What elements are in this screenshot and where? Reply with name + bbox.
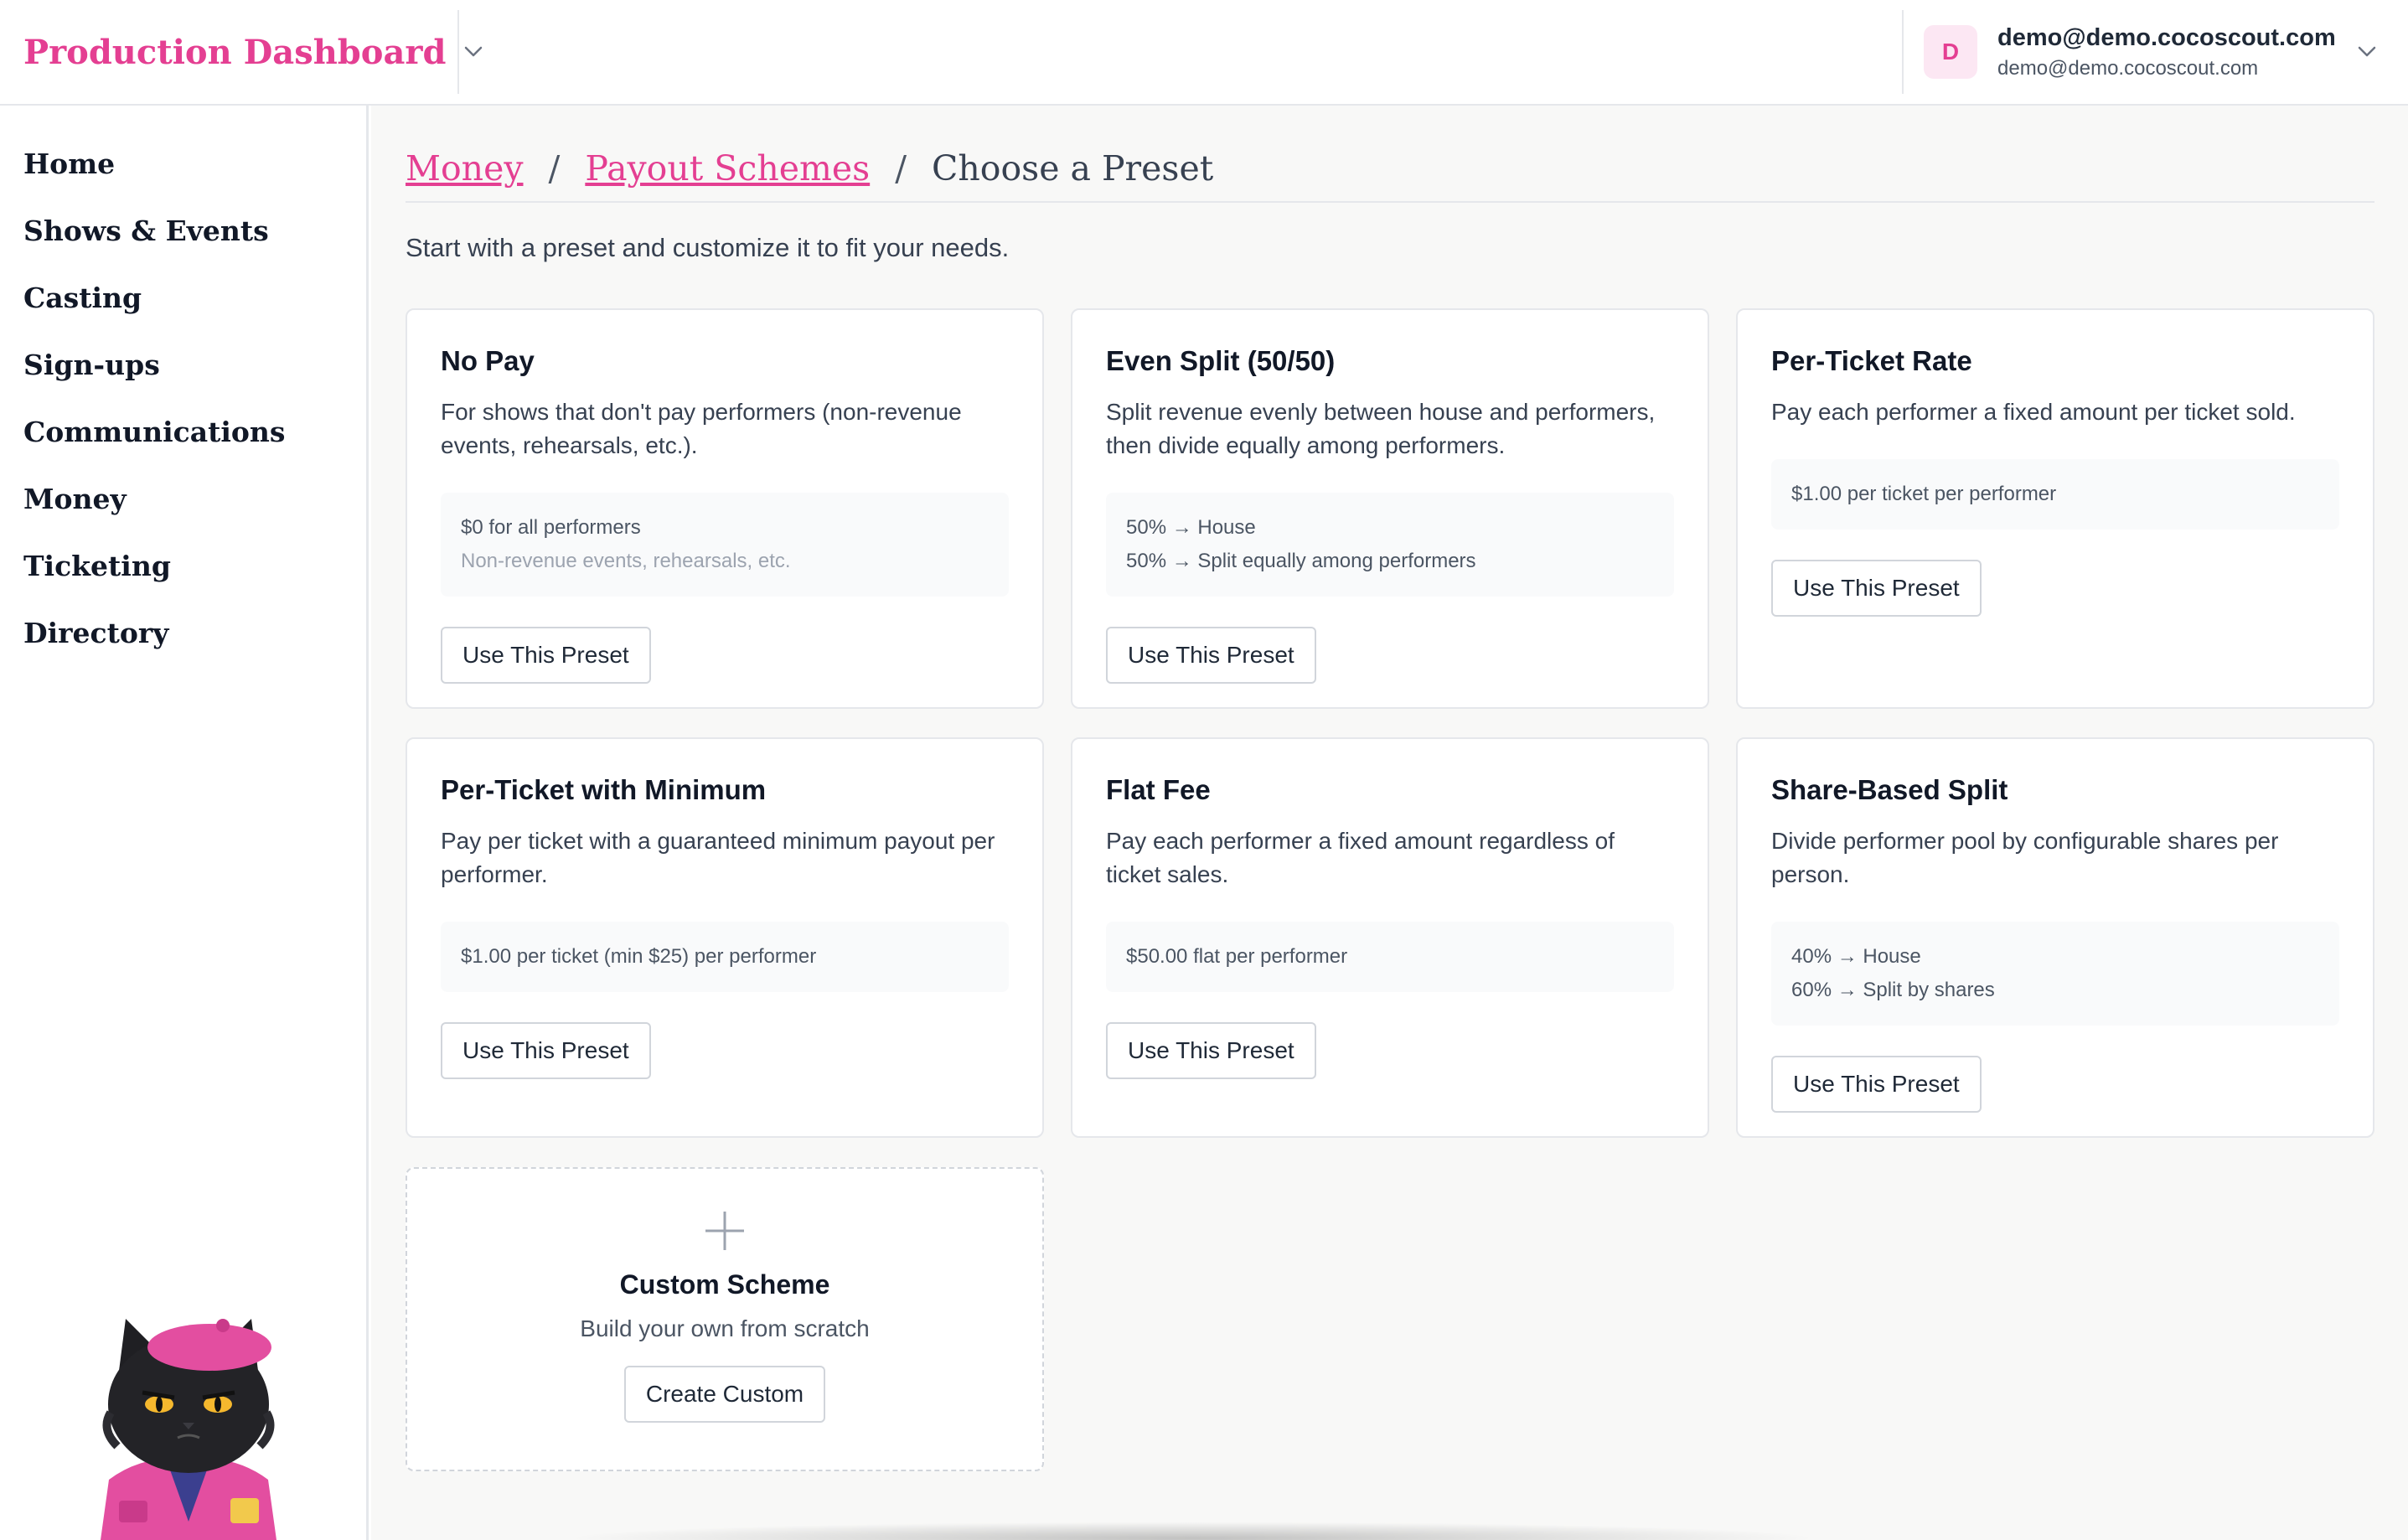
chevron-down-icon	[2358, 46, 2376, 57]
brand-title: Production Dashboard	[23, 32, 447, 72]
preset-card-even-split: Even Split (50/50) Split revenue evenly …	[1071, 308, 1709, 709]
use-preset-button[interactable]: Use This Preset	[441, 1022, 651, 1079]
sidebar-item-ticketing[interactable]: Ticketing	[23, 533, 285, 600]
preset-summary-line: $0 for all performers	[461, 516, 641, 539]
preset-title: No Pay	[441, 345, 535, 376]
use-preset-button[interactable]: Use This Preset	[1106, 1022, 1316, 1079]
breadcrumb-separator: /	[895, 148, 907, 189]
page-title: Choose a Preset	[932, 148, 1214, 189]
preset-card-flat-fee: Flat Fee Pay each performer a fixed amou…	[1071, 737, 1709, 1138]
sidebar-item-casting[interactable]: Casting	[23, 265, 285, 332]
breadcrumb-payout-schemes-link[interactable]: Payout Schemes	[585, 148, 870, 189]
preset-summary-line: 40% → House	[1791, 945, 1921, 968]
preset-description: Pay each performer a fixed amount per ti…	[1771, 399, 2296, 425]
use-preset-button[interactable]: Use This Preset	[1771, 560, 1982, 617]
sidebar-item-shows-events[interactable]: Shows & Events	[23, 198, 285, 265]
preset-title: Per-Ticket with Minimum	[441, 774, 767, 805]
preset-summary-line: Non-revenue events, rehearsals, etc.	[461, 550, 791, 572]
preset-summary: $1.00 per ticket per performer	[1771, 459, 2339, 530]
sidebar-item-money[interactable]: Money	[23, 466, 285, 533]
avatar: D	[1924, 25, 1977, 79]
avatar-letter: D	[1941, 39, 1960, 65]
preset-card-no-pay: No Pay For shows that don't pay performe…	[406, 308, 1044, 709]
sidebar-item-directory[interactable]: Directory	[23, 600, 285, 667]
preset-title: Flat Fee	[1106, 774, 1211, 805]
production-switcher[interactable]: Production Dashboard	[23, 0, 483, 104]
custom-scheme-title: Custom Scheme	[619, 1269, 830, 1300]
sidebar-nav: Home Shows & Events Casting Sign-ups Com…	[23, 131, 285, 667]
preset-description: For shows that don't pay performers (non…	[441, 399, 962, 458]
preset-card-per-ticket-rate: Per-Ticket Rate Pay each performer a fix…	[1736, 308, 2374, 709]
create-custom-button[interactable]: Create Custom	[623, 1366, 826, 1423]
bottom-scroll-shadow	[564, 1522, 1821, 1540]
use-preset-button[interactable]: Use This Preset	[441, 627, 651, 684]
main-content: Money / Payout Schemes / Choose a Preset…	[371, 106, 2408, 1540]
sidebar-item-sign-ups[interactable]: Sign-ups	[23, 332, 285, 399]
preset-summary-line: 60% → Split by shares	[1791, 979, 1995, 1001]
preset-title: Share-Based Split	[1771, 774, 2008, 805]
custom-scheme-card: Custom Scheme Build your own from scratc…	[406, 1167, 1044, 1471]
preset-card-share-based-split: Share-Based Split Divide performer pool …	[1736, 737, 2374, 1138]
sidebar-item-home[interactable]: Home	[23, 131, 285, 198]
account-email: demo@demo.cocoscout.com	[1997, 56, 2259, 80]
header-divider	[457, 10, 459, 94]
preset-description: Split revenue evenly between house and p…	[1106, 399, 1656, 458]
preset-title: Even Split (50/50)	[1106, 345, 1336, 376]
preset-summary-line: $50.00 flat per performer	[1126, 945, 1348, 968]
preset-summary: 50% → House 50% → Split equally among pe…	[1106, 493, 1674, 597]
cat-mascot-illustration	[101, 1319, 276, 1540]
header-divider	[1902, 10, 1904, 94]
account-text: demo@demo.cocoscout.com demo@demo.cocosc…	[1997, 24, 2336, 80]
preset-summary: 40% → House 60% → Split by shares	[1771, 922, 2339, 1026]
sidebar: Home Shows & Events Casting Sign-ups Com…	[0, 106, 369, 1540]
preset-summary-line: $1.00 per ticket per performer	[1791, 483, 2057, 505]
use-preset-button[interactable]: Use This Preset	[1771, 1056, 1982, 1113]
preset-title: Per-Ticket Rate	[1771, 345, 1972, 376]
breadcrumb-money-link[interactable]: Money	[406, 148, 524, 189]
preset-summary: $1.00 per ticket (min $25) per performer	[441, 922, 1009, 992]
preset-summary: $0 for all performers Non-revenue events…	[441, 493, 1009, 597]
account-menu[interactable]: D demo@demo.cocoscout.com demo@demo.coco…	[1924, 0, 2393, 104]
breadcrumb-separator: /	[548, 148, 561, 189]
preset-summary-line: $1.00 per ticket (min $25) per performer	[461, 945, 817, 968]
preset-description: Pay each performer a fixed amount regard…	[1106, 828, 1615, 887]
preset-card-per-ticket-minimum: Per-Ticket with Minimum Pay per ticket w…	[406, 737, 1044, 1138]
chevron-down-icon	[465, 46, 483, 57]
custom-scheme-subtitle: Build your own from scratch	[580, 1315, 870, 1341]
intro-text: Start with a preset and customize it to …	[406, 233, 1010, 262]
use-preset-button[interactable]: Use This Preset	[1106, 627, 1316, 684]
top-header: Production Dashboard D demo@demo.cocosco…	[0, 0, 2408, 106]
plus-icon	[705, 1212, 744, 1250]
preset-description: Pay per ticket with a guaranteed minimum…	[441, 828, 995, 887]
account-name: demo@demo.cocoscout.com	[1997, 23, 2336, 51]
preset-summary-line: 50% → House	[1126, 516, 1256, 539]
preset-description: Divide performer pool by configurable sh…	[1771, 828, 2279, 887]
breadcrumb: Money / Payout Schemes / Choose a Preset	[406, 136, 2374, 203]
sidebar-item-communications[interactable]: Communications	[23, 399, 285, 466]
preset-summary: $50.00 flat per performer	[1106, 922, 1674, 992]
preset-summary-line: 50% → Split equally among performers	[1126, 550, 1476, 572]
